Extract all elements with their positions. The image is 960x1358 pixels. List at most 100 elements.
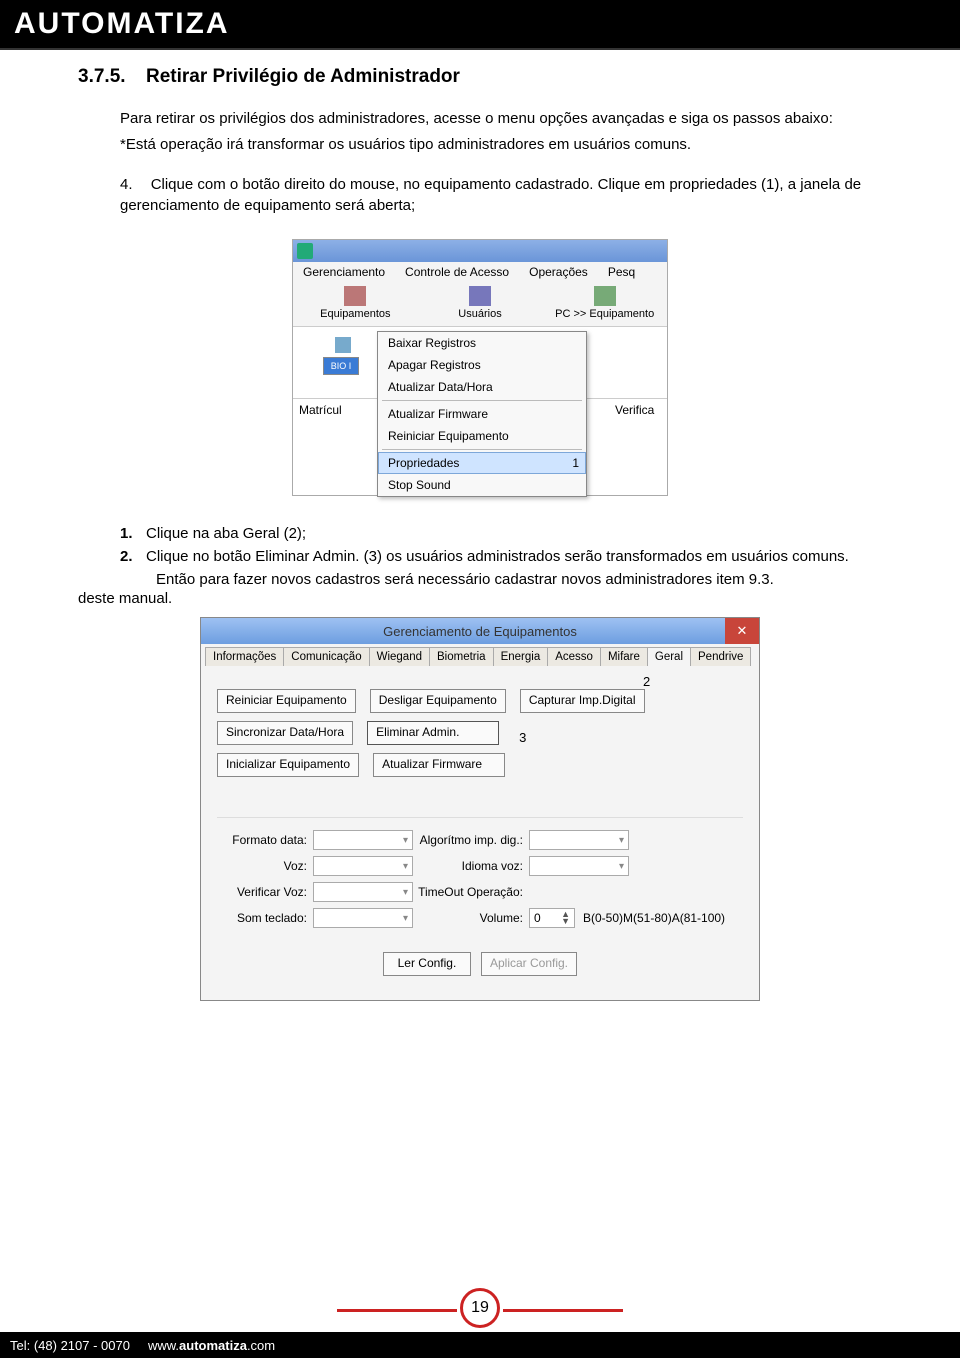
toolbar-equipamentos[interactable]: Equipamentos [293,286,418,320]
section-title: Retirar Privilégio de Administrador [146,66,460,87]
select-algoritmo[interactable]: ▾ [529,830,629,850]
btn-capturar-imp-digital[interactable]: Capturar Imp.Digital [520,689,645,713]
menu-pesq[interactable]: Pesq [598,265,645,279]
input-timeout[interactable] [529,882,629,902]
btn-aplicar-config[interactable]: Aplicar Config. [481,952,577,976]
col-verifica: Verifica [615,403,661,417]
select-verificar-voz[interactable]: ▾ [313,882,413,902]
dialog-title: Gerenciamento de Equipamentos [383,624,577,639]
menu-bar: Gerenciamento Controle de Acesso Operaçõ… [293,262,667,282]
annotation-3: 3 [519,730,526,745]
menu-gerenciamento[interactable]: Gerenciamento [293,265,395,279]
step-4: 4. Clique com o botão direito do mouse, … [120,174,882,218]
step-2-text: Clique no botão Eliminar Admin. (3) os u… [146,545,882,568]
ctx-propriedades-label: Propriedades [388,456,459,470]
menu-operacoes[interactable]: Operações [519,265,598,279]
section-note: *Está operação irá transformar os usuári… [78,134,882,156]
tree-area: BIO I Baixar Registros Apagar Registros … [293,327,667,399]
btn-desligar-equipamento[interactable]: Desligar Equipamento [370,689,506,713]
toolbar-usuarios[interactable]: Usuários [418,286,543,320]
btn-ler-config[interactable]: Ler Config. [383,952,471,976]
step-2-number: 2. [120,545,146,568]
tab-informacoes[interactable]: Informações [205,647,284,666]
step-4-number: 4. [120,174,133,196]
header-divider [0,48,960,50]
close-button[interactable]: ✕ [725,618,759,644]
document-body: 3.7.5. Retirar Privilégio de Administrad… [0,48,960,1001]
device-icon [335,337,351,353]
section-heading: 3.7.5. Retirar Privilégio de Administrad… [78,66,882,88]
ctx-propriedades[interactable]: Propriedades 1 [378,452,586,474]
volume-value: 0 [534,911,541,925]
btn-inicializar-equipamento[interactable]: Inicializar Equipamento [217,753,359,777]
ctx-stop-sound[interactable]: Stop Sound [378,474,586,496]
tab-biometria[interactable]: Biometria [429,647,494,666]
tab-energia[interactable]: Energia [493,647,549,666]
ctx-atualizar-data-hora[interactable]: Atualizar Data/Hora [378,376,586,398]
section-intro: Para retirar os privilégios dos administ… [78,108,882,130]
btn-reiniciar-equipamento[interactable]: Reiniciar Equipamento [217,689,356,713]
label-algoritmo: Algorítmo imp. dig.: [413,833,529,847]
spinner-icon[interactable]: ▲▼ [561,911,570,925]
ctx-baixar-registros[interactable]: Baixar Registros [378,332,586,354]
after-steps-text: Então para fazer novos cadastros será ne… [134,569,882,591]
label-volume: Volume: [413,911,529,925]
annotation-2: 2 [643,674,743,689]
device-bio-label[interactable]: BIO I [323,357,359,375]
label-formato-data: Formato data: [217,833,313,847]
step-1-number: 1. [120,522,146,545]
toolbar-usuarios-label: Usuários [458,308,501,320]
ctx-atualizar-firmware[interactable]: Atualizar Firmware [378,403,586,425]
ctx-reiniciar-equipamento[interactable]: Reiniciar Equipamento [378,425,586,447]
dialog-body: 2 Reiniciar Equipamento Desligar Equipam… [201,666,759,1000]
tab-pendrive[interactable]: Pendrive [690,647,751,666]
ctx-separator-1 [382,400,582,401]
page-number: 19 [471,1299,489,1317]
equipment-icon [344,286,366,306]
tab-mifare[interactable]: Mifare [600,647,648,666]
tab-acesso[interactable]: Acesso [547,647,601,666]
select-formato-data[interactable]: ▾ [313,830,413,850]
footer-url-suf: .com [247,1338,275,1353]
btn-eliminar-admin[interactable]: Eliminar Admin. [367,721,499,745]
input-volume[interactable]: 0 ▲▼ [529,908,575,928]
dialog-titlebar: Gerenciamento de Equipamentos ✕ [201,618,759,644]
ctx-separator-2 [382,449,582,450]
label-idioma-voz: Idioma voz: [413,859,529,873]
step-1-text: Clique na aba Geral (2); [146,522,882,545]
step-4-text: Clique com o botão direito do mouse, no … [120,176,861,215]
footer-url-pre: www. [148,1338,179,1353]
label-verificar-voz: Verificar Voz: [217,885,313,899]
footer-tel: Tel: (48) 2107 - 0070 [10,1338,130,1353]
tab-wiegand[interactable]: Wiegand [369,647,430,666]
tab-comunicacao[interactable]: Comunicação [283,647,369,666]
select-som-teclado[interactable]: ▾ [313,908,413,928]
page-footer: Tel: (48) 2107 - 0070 www.automatiza.com [0,1332,960,1358]
tab-geral[interactable]: Geral [647,647,691,666]
screenshot-context-menu: Gerenciamento Controle de Acesso Operaçõ… [292,239,668,496]
toolbar-pc-equip-label: PC >> Equipamento [555,308,654,320]
screenshot-equip-manager: Gerenciamento de Equipamentos ✕ Informaç… [200,617,760,1001]
page-number-badge: 19 [460,1288,500,1328]
section-number: 3.7.5. [78,66,126,87]
btn-atualizar-firmware[interactable]: Atualizar Firmware [373,753,505,777]
footer-url-bold: automatiza [179,1338,247,1353]
dialog-bottom-buttons: Ler Config. Aplicar Config. [217,952,743,984]
label-timeout: TimeOut Operação: [413,885,529,899]
select-voz[interactable]: ▾ [313,856,413,876]
menu-controle-acesso[interactable]: Controle de Acesso [395,265,519,279]
close-icon: ✕ [737,623,748,639]
toolbar-equipamentos-label: Equipamentos [320,308,390,320]
select-idioma-voz[interactable]: ▾ [529,856,629,876]
toolbar-pc-equipamento[interactable]: PC >> Equipamento [542,286,667,320]
app-icon [297,243,313,259]
btn-sincronizar-data-hora[interactable]: Sincronizar Data/Hora [217,721,353,745]
ctx-apagar-registros[interactable]: Apagar Registros [378,354,586,376]
col-matricula: Matrícul [299,403,347,417]
page-header: AUTOMATIZA [0,0,960,48]
annotation-1: 1 [572,456,579,470]
window-titlebar [293,240,667,262]
users-icon [469,286,491,306]
pc-equip-icon [594,286,616,306]
form-area: Formato data: ▾ Algorítmo imp. dig.: ▾ V… [217,817,743,928]
